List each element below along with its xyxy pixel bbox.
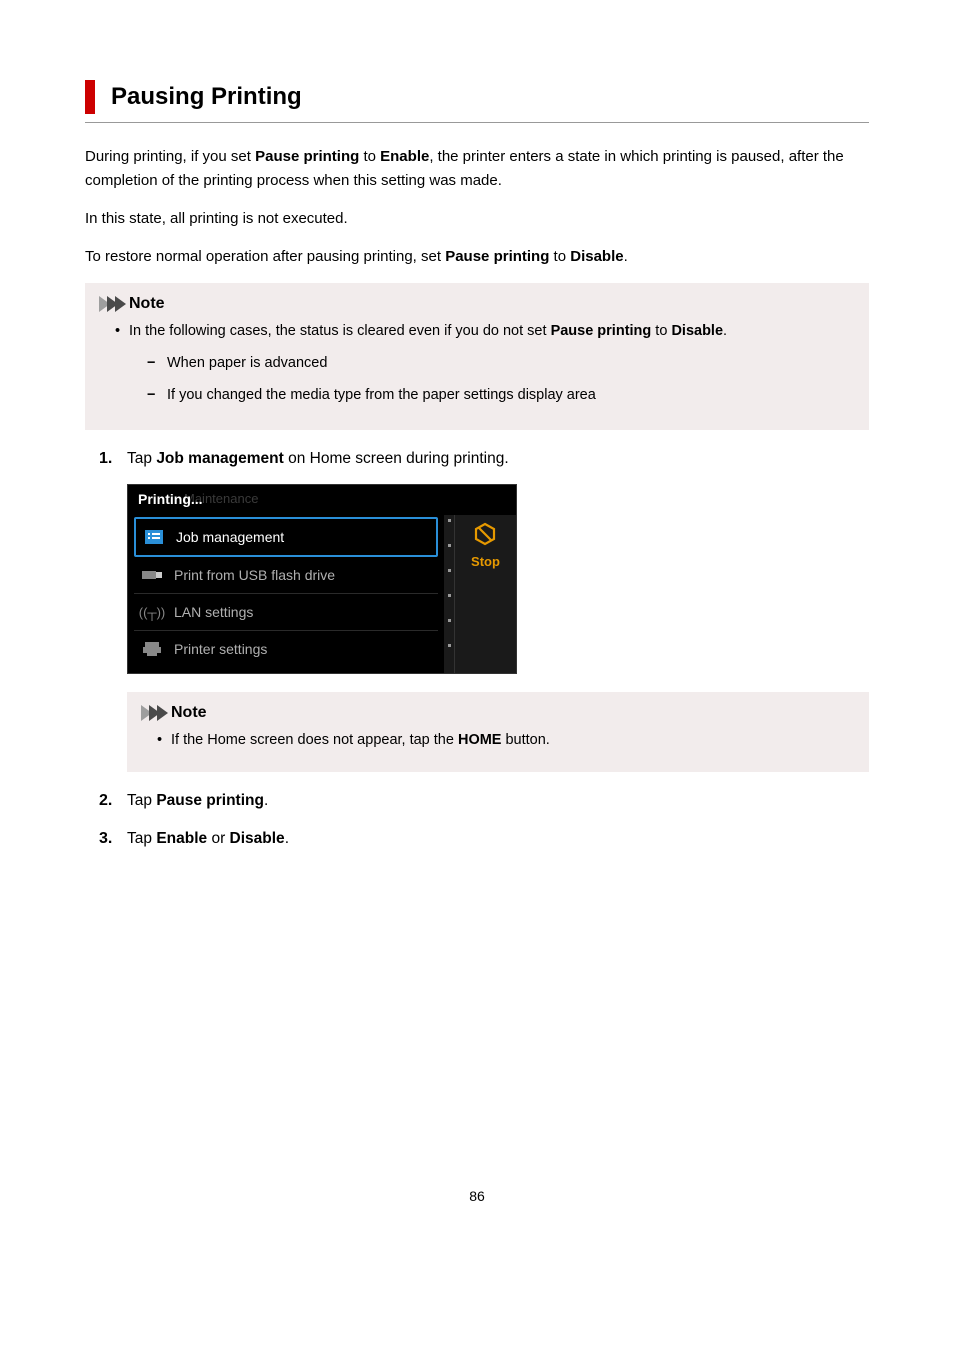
text-bold: Enable (156, 830, 207, 847)
text: to (359, 148, 380, 165)
antenna-icon: ((┬)) (142, 604, 162, 620)
text: If the Home screen does not appear, tap … (171, 732, 458, 748)
usb-icon (142, 567, 162, 583)
note-item: In the following cases, the status is cl… (115, 321, 855, 406)
intro-paragraph-1: During printing, if you set Pause printi… (85, 145, 869, 193)
note-box-1: Note In the following cases, the status … (85, 283, 869, 430)
step-1: Tap Job management on Home screen during… (99, 450, 869, 772)
menu-item-lan-settings[interactable]: ((┬)) LAN settings (134, 594, 438, 631)
text: Tap (127, 792, 156, 809)
text: to (549, 248, 570, 265)
menu-label: Job management (176, 529, 284, 545)
note-list: If the Home screen does not appear, tap … (141, 730, 855, 752)
note-header: Note (141, 704, 855, 722)
text: Tap (127, 830, 156, 847)
text-bold: Enable (380, 148, 429, 165)
text: . (723, 323, 727, 339)
note-subitem: When paper is advanced (147, 353, 855, 375)
text-bold: Job management (156, 450, 283, 467)
text-bold: Disable (230, 830, 285, 847)
text-bold: Disable (671, 323, 723, 339)
text-bold: Pause printing (551, 323, 652, 339)
note-title: Note (129, 295, 165, 313)
note-subitem: If you changed the media type from the p… (147, 385, 855, 407)
stop-icon (472, 521, 498, 547)
note-arrows-icon (99, 296, 123, 312)
list-icon (144, 529, 164, 545)
text: Tap (127, 450, 156, 467)
menu-label: Print from USB flash drive (174, 567, 335, 583)
menu-item-usb-print[interactable]: Print from USB flash drive (134, 557, 438, 594)
intro-paragraph-3: To restore normal operation after pausin… (85, 245, 869, 269)
menu-item-printer-settings[interactable]: Printer settings (134, 631, 438, 667)
note-list: In the following cases, the status is cl… (99, 321, 855, 406)
text-bold: Pause printing (445, 248, 549, 265)
text-bold: Pause printing (255, 148, 359, 165)
text: . (285, 830, 289, 847)
printer-screen-image: Maintenance Printing... Job management (127, 484, 517, 674)
text: to (651, 323, 671, 339)
note-sublist: When paper is advanced If you changed th… (129, 353, 855, 407)
page-number: 86 (85, 1188, 869, 1204)
note-box-2: Note If the Home screen does not appear,… (127, 692, 869, 772)
intro-paragraph-2: In this state, all printing is not execu… (85, 207, 869, 231)
note-arrows-icon (141, 705, 165, 721)
screen-header: Maintenance Printing... (128, 485, 516, 515)
stop-button[interactable]: Stop (454, 515, 516, 673)
steps-list: Tap Job management on Home screen during… (85, 450, 869, 848)
text: or (207, 830, 229, 847)
note-title: Note (171, 704, 207, 722)
menu-label: LAN settings (174, 604, 253, 620)
text: During printing, if you set (85, 148, 255, 165)
text: In the following cases, the status is cl… (129, 323, 551, 339)
note-header: Note (99, 295, 855, 313)
text-bold: Disable (570, 248, 623, 265)
text: on Home screen during printing. (284, 450, 509, 467)
printer-icon (142, 641, 162, 657)
menu-item-job-management[interactable]: Job management (134, 517, 438, 557)
page-title-block: Pausing Printing (85, 80, 869, 123)
text: . (264, 792, 268, 809)
text: button. (501, 732, 549, 748)
menu-label: Printer settings (174, 641, 267, 657)
text-bold: HOME (458, 732, 502, 748)
note-item: If the Home screen does not appear, tap … (157, 730, 855, 752)
stop-label: Stop (471, 554, 500, 569)
text-bold: Pause printing (156, 792, 264, 809)
step-2: Tap Pause printing. (99, 792, 869, 810)
title-accent-bar (85, 80, 95, 114)
printing-status: Printing... (138, 491, 203, 507)
page-title: Pausing Printing (111, 83, 302, 111)
text: To restore normal operation after pausin… (85, 248, 445, 265)
text: . (624, 248, 628, 265)
scroll-indicator (444, 515, 454, 673)
menu-column: Job management Print from USB flash driv… (128, 515, 444, 673)
step-3: Tap Enable or Disable. (99, 830, 869, 848)
